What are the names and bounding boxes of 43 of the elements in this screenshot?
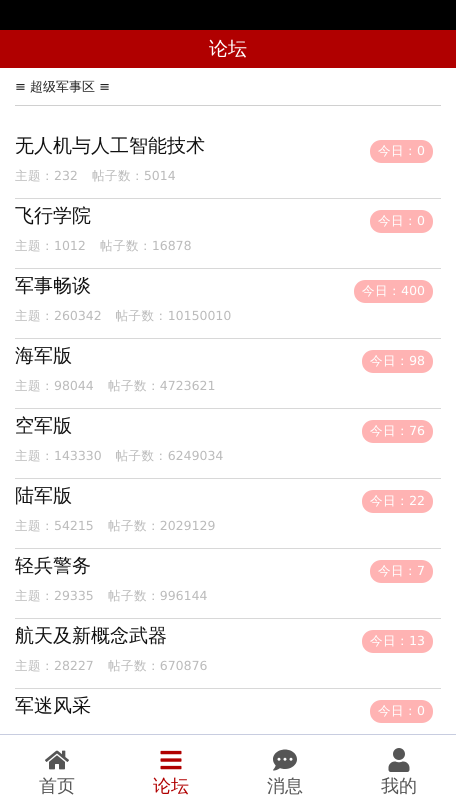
today-count-badge: 今日：7 [370, 560, 433, 583]
today-count-badge: 今日：76 [362, 420, 433, 443]
post-count: 帖子数：996144 [108, 588, 208, 605]
topic-count: 主题：260342 [15, 308, 102, 325]
nav-tab[interactable]: 我的 [342, 735, 456, 810]
today-count-badge: 今日：0 [370, 210, 433, 233]
forum-name[interactable]: 军事畅谈 [15, 273, 91, 299]
topic-count: 主题：54215 [15, 518, 94, 535]
forum-name[interactable]: 轻兵警务 [15, 553, 91, 579]
today-count-badge: 今日：98 [362, 350, 433, 373]
today-count-badge: 今日：22 [362, 490, 433, 513]
page-title: 论坛 [209, 37, 247, 62]
nav-tab[interactable]: 论坛 [114, 735, 228, 810]
post-count: 帖子数：670876 [108, 658, 208, 675]
forum-name[interactable]: 飞行学院 [15, 203, 91, 229]
topic-count: 主题：28227 [15, 658, 94, 675]
today-count-badge: 今日：0 [370, 700, 433, 723]
post-count: 帖子数：2029129 [108, 518, 216, 535]
home-icon [45, 748, 69, 772]
forum-name[interactable]: 无人机与人工智能技术 [15, 133, 205, 159]
nav-tab[interactable]: 消息 [228, 735, 342, 810]
forum-name[interactable]: 陆军版 [15, 483, 72, 509]
post-count: 帖子数：6249034 [116, 448, 224, 465]
topic-count: 主题：232 [15, 168, 78, 185]
today-count-badge: 今日：13 [362, 630, 433, 653]
forum-name[interactable]: 航天及新概念武器 [15, 623, 167, 649]
topic-count: 主题：98044 [15, 378, 94, 395]
topic-count: 主题：1012 [15, 238, 86, 255]
post-count: 帖子数：16878 [100, 238, 192, 255]
forum-name[interactable]: 海军版 [15, 343, 72, 369]
post-count: 帖子数：5014 [92, 168, 176, 185]
forum-name[interactable]: 军迷风采 [15, 693, 91, 719]
nav-tab[interactable]: 首页 [0, 735, 114, 810]
today-count-badge: 今日：400 [354, 280, 433, 303]
topic-count: 主题：143330 [15, 448, 102, 465]
topic-count: 主题：29335 [15, 588, 94, 605]
forum-name[interactable]: 空军版 [15, 413, 72, 439]
post-count: 帖子数：4723621 [108, 378, 216, 395]
section-title: ≡ 超级军事区 ≡ [15, 78, 110, 96]
chat-icon [273, 748, 297, 772]
today-count-badge: 今日：0 [370, 140, 433, 163]
user-icon [387, 748, 411, 772]
post-count: 帖子数：10150010 [116, 308, 232, 325]
